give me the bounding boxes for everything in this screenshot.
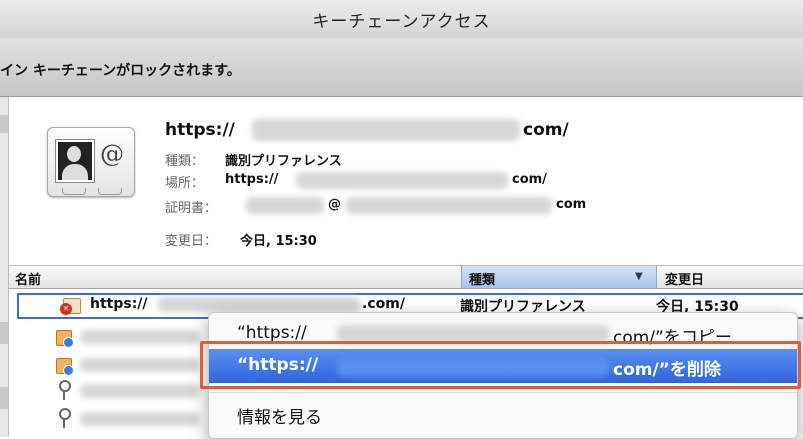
redacted-email-user [246, 197, 324, 214]
lock-status-bar: イン キーチェーンがロックされます。 [0, 38, 803, 97]
column-header-modified[interactable]: 変更日 [665, 269, 704, 288]
sidebar-item[interactable] [0, 322, 8, 344]
sidebar-edge[interactable] [0, 97, 9, 437]
window-title: キーチェーンアクセス [312, 12, 491, 32]
at-sign-icon: @ [100, 140, 124, 168]
list-item[interactable] [80, 330, 200, 344]
key-icon [58, 408, 71, 428]
certificate-icon [56, 330, 74, 348]
window-titlebar: キーチェーンアクセス [0, 0, 803, 38]
row-name-prefix: https:// [90, 296, 148, 312]
column-header-kind[interactable]: 種類 [469, 269, 495, 288]
sidebar-selected-item[interactable] [0, 115, 8, 133]
redacted-url [252, 119, 520, 141]
redacted-email-domain [346, 197, 552, 214]
location-prefix: https:// [225, 172, 279, 187]
kind-value: 識別プリファレンス [225, 154, 342, 169]
modified-label: 変更日： [165, 234, 218, 249]
detail-title-prefix: https:// [165, 120, 235, 140]
kind-label: 種類： [165, 154, 205, 169]
menu-item-get-info[interactable]: 情報を見る [209, 397, 797, 429]
column-header-name[interactable]: 名前 [15, 269, 41, 288]
person-silhouette-icon [56, 140, 94, 182]
detail-title-suffix: com/ [523, 120, 569, 140]
menu-item-get-info-label: 情報を見る [237, 408, 322, 428]
list-item[interactable] [80, 384, 200, 398]
annotation-highlight-box [200, 341, 801, 389]
card-stand [62, 188, 86, 195]
sort-descending-icon: ▼ [635, 271, 643, 282]
identity-preference-icon [60, 298, 81, 315]
certificate-icon [56, 358, 74, 376]
certificate-at: @ [328, 197, 341, 212]
modified-value: 今日, 15:30 [240, 234, 317, 249]
redacted-row-name [158, 297, 360, 312]
card-stand [98, 188, 122, 195]
row-name-suffix: .com/ [362, 296, 405, 312]
redacted-location [296, 172, 508, 189]
list-item[interactable] [80, 358, 200, 372]
location-suffix: com/ [512, 172, 547, 187]
location-label: 場所： [165, 176, 205, 191]
list-item[interactable] [80, 412, 200, 426]
key-icon [58, 380, 71, 400]
menu-item-copy-prefix: “https:// [237, 323, 307, 343]
menu-separator [209, 392, 797, 393]
certificate-suffix: com [556, 197, 587, 212]
sidebar-item[interactable] [0, 387, 8, 409]
lock-status-text: イン キーチェーンがロックされます。 [0, 63, 241, 79]
table-header: 名前 種類 ▼ 変更日 [9, 266, 803, 289]
identity-card-icon: @ [47, 127, 135, 197]
certificate-label: 証明書： [165, 201, 218, 216]
